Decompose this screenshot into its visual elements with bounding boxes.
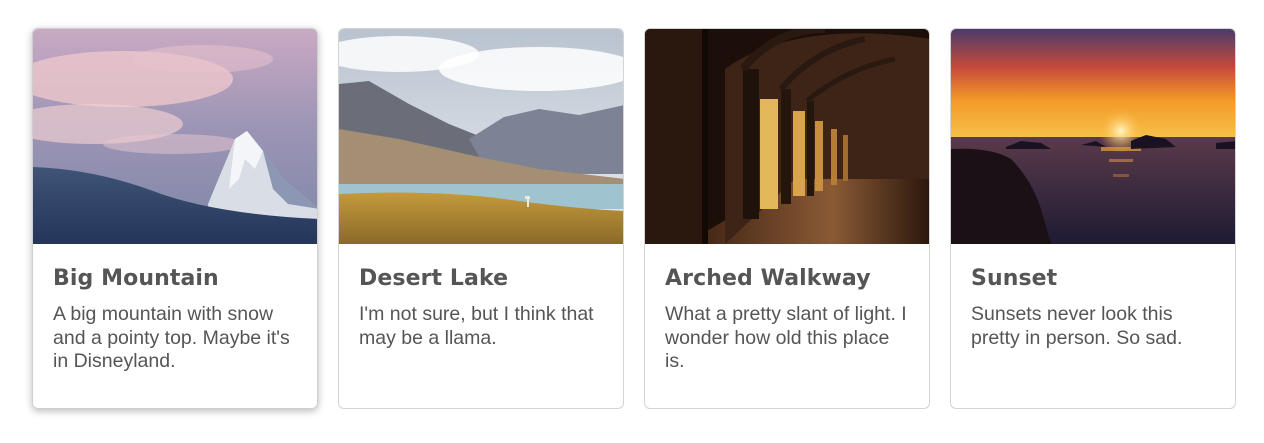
- card-description: I'm not sure, but I think that may be a …: [359, 303, 594, 349]
- card-description: A big mountain with snow and a pointy to…: [53, 303, 290, 372]
- desert-lake-photo: [339, 29, 623, 244]
- card-title: Desert Lake: [359, 266, 509, 291]
- mountain-photo: [33, 29, 317, 244]
- card-sunset[interactable]: Sunset Sunsets never look this pretty in…: [950, 28, 1236, 409]
- card-title: Arched Walkway: [665, 266, 871, 291]
- card-description: Sunsets never look this pretty in person…: [971, 303, 1183, 349]
- card-title: Big Mountain: [53, 266, 219, 291]
- card-big-mountain[interactable]: Big Mountain A big mountain with snow an…: [32, 28, 318, 409]
- card-arched-walkway[interactable]: Arched Walkway What a pretty slant of li…: [644, 28, 930, 409]
- card-grid: Big Mountain A big mountain with snow an…: [32, 28, 1236, 409]
- card-description: What a pretty slant of light. I wonder h…: [665, 303, 907, 372]
- arched-walkway-photo: [645, 29, 929, 244]
- sunset-photo: [951, 29, 1235, 244]
- card-title: Sunset: [971, 266, 1058, 291]
- card-desert-lake[interactable]: Desert Lake I'm not sure, but I think th…: [338, 28, 624, 409]
